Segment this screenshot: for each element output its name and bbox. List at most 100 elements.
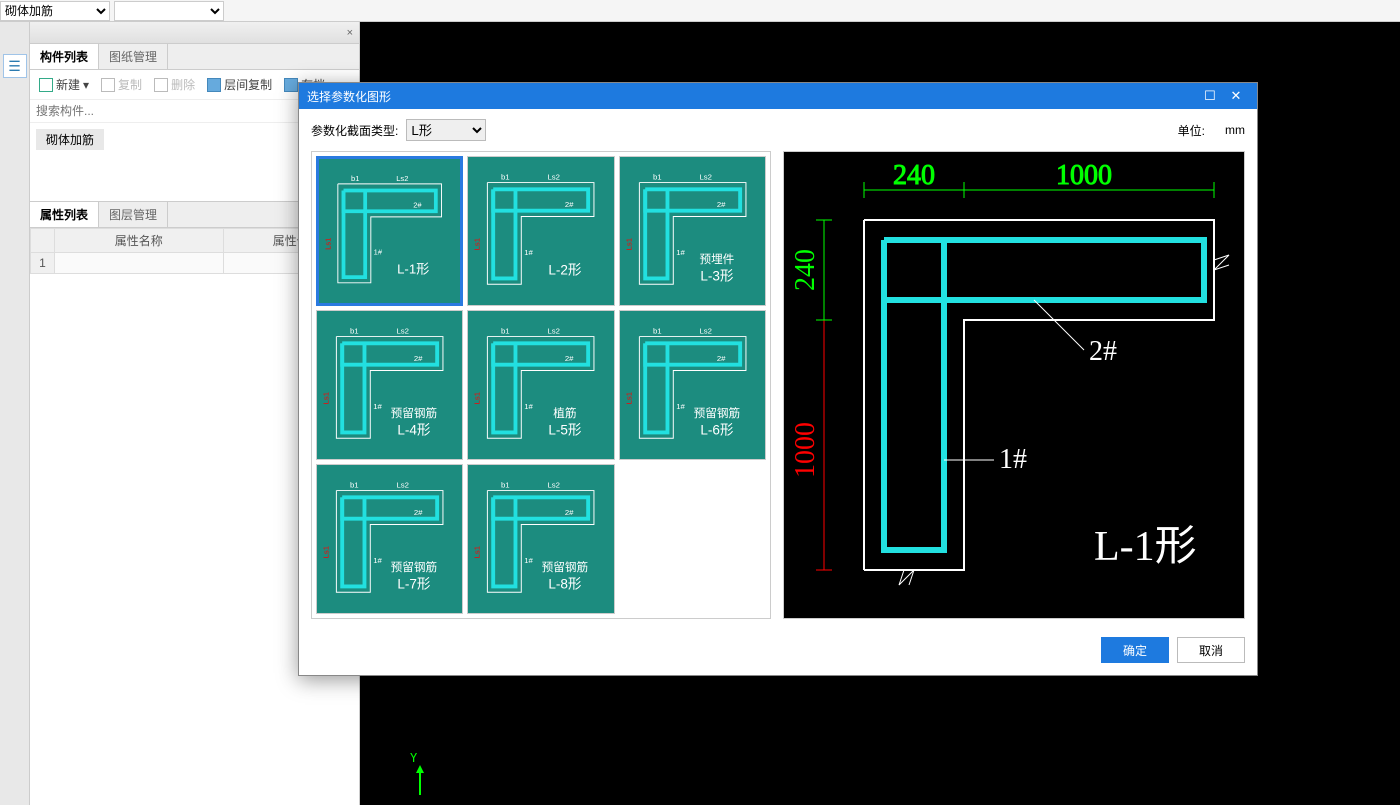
svg-text:1#: 1# [373, 556, 382, 565]
svg-text:b1: b1 [351, 174, 359, 183]
axis-marker: Y [410, 751, 430, 795]
section-type-label: 参数化截面类型: [311, 122, 398, 139]
svg-text:Ls2: Ls2 [548, 173, 561, 182]
svg-text:2#: 2# [414, 508, 423, 517]
strip-panel-icon[interactable]: ☰ [3, 54, 27, 78]
shape-preview: 240 1000 240 1000 [783, 151, 1245, 619]
svg-text:预留钢筋: 预留钢筋 [542, 560, 588, 574]
shape-option-L3[interactable]: b1 Ls2 2# 1# Ls1 预埋件 L-3形 [619, 156, 766, 306]
svg-text:1000: 1000 [790, 422, 821, 478]
row-num: 1 [31, 253, 55, 274]
shape-option-L5[interactable]: b1 Ls2 2# 1# Ls1 植筋 L-5形 [467, 310, 614, 460]
app-topbar: 砌体加筋 [0, 0, 1400, 22]
copy-button[interactable]: 复制 [98, 74, 145, 95]
svg-text:1#: 1# [676, 402, 685, 411]
dialog-footer: 确定 取消 [299, 629, 1257, 675]
svg-text:240: 240 [893, 160, 935, 191]
chevron-down-icon: ▾ [83, 78, 89, 92]
tab-drawing-manage[interactable]: 图纸管理 [99, 44, 168, 69]
delete-icon [154, 78, 168, 92]
svg-text:Ls2: Ls2 [548, 327, 561, 336]
shape-option-L1[interactable]: b1 Ls2 2# 1# Ls1 L-1形 [316, 156, 463, 306]
svg-text:Ls2: Ls2 [699, 327, 712, 336]
svg-text:b1: b1 [350, 481, 359, 490]
layer-copy-label: 层间复制 [224, 76, 272, 93]
dialog-top-row: 参数化截面类型: L形 单位: mm [299, 109, 1257, 147]
new-button[interactable]: 新建 ▾ [36, 74, 92, 95]
svg-text:L-8形: L-8形 [549, 576, 583, 591]
svg-text:1#: 1# [999, 444, 1027, 475]
svg-text:预留钢筋: 预留钢筋 [693, 406, 739, 420]
panel-close-icon[interactable]: × [347, 27, 353, 39]
unit-label: 单位: [1178, 122, 1205, 139]
svg-text:L-2形: L-2形 [549, 263, 583, 278]
unit-value: mm [1225, 123, 1245, 137]
topbar-combo-1[interactable]: 砌体加筋 [0, 1, 110, 21]
new-icon [39, 78, 53, 92]
dialog-titlebar[interactable]: 选择参数化图形 ☐ ✕ [299, 83, 1257, 109]
svg-text:b1: b1 [501, 481, 510, 490]
copy-icon [101, 78, 115, 92]
shape-option-L8[interactable]: b1 Ls2 2# 1# Ls1 预留钢筋 L-8形 [467, 464, 614, 614]
section-type-select[interactable]: L形 [406, 119, 486, 141]
svg-text:2#: 2# [717, 354, 726, 363]
svg-text:1#: 1# [525, 248, 534, 257]
svg-text:Ls1: Ls1 [473, 392, 482, 405]
svg-text:Ls1: Ls1 [624, 238, 633, 251]
dialog-body: b1 Ls2 2# 1# Ls1 L-1形 b1 Ls2 2# 1# [299, 147, 1257, 629]
svg-text:1#: 1# [676, 248, 685, 257]
shape-grid: b1 Ls2 2# 1# Ls1 L-1形 b1 Ls2 2# 1# [311, 151, 771, 619]
component-tabs: 构件列表 图纸管理 [30, 44, 359, 70]
shape-option-L6[interactable]: b1 Ls2 2# 1# Ls1 预留钢筋 L-6形 [619, 310, 766, 460]
delete-label: 删除 [171, 76, 195, 93]
svg-text:1000: 1000 [1056, 160, 1112, 191]
svg-text:Ls1: Ls1 [473, 546, 482, 559]
svg-text:Ls2: Ls2 [396, 174, 408, 183]
svg-text:2#: 2# [565, 508, 574, 517]
svg-text:2#: 2# [565, 354, 574, 363]
layer-copy-icon [207, 78, 221, 92]
header-rownum [31, 229, 55, 253]
svg-text:Ls2: Ls2 [396, 481, 409, 490]
svg-text:b1: b1 [501, 173, 510, 182]
shape-option-L2[interactable]: b1 Ls2 2# 1# Ls1 L-2形 [467, 156, 614, 306]
svg-text:Ls2: Ls2 [548, 481, 561, 490]
svg-text:1#: 1# [373, 402, 382, 411]
topbar-combo-2[interactable] [114, 1, 224, 21]
svg-text:Ls1: Ls1 [322, 392, 331, 405]
svg-text:L-5形: L-5形 [549, 422, 583, 437]
tree-item-masonry[interactable]: 砌体加筋 [36, 129, 104, 150]
panel-header: × [30, 22, 359, 44]
svg-text:b1: b1 [653, 173, 662, 182]
svg-text:预埋件: 预埋件 [699, 252, 734, 266]
cancel-button[interactable]: 取消 [1177, 637, 1245, 663]
dialog-title: 选择参数化图形 [307, 88, 1197, 105]
svg-text:1#: 1# [525, 402, 534, 411]
svg-text:预留钢筋: 预留钢筋 [391, 406, 437, 420]
parametric-shape-dialog: 选择参数化图形 ☐ ✕ 参数化截面类型: L形 单位: mm b1 Ls2 2# [298, 82, 1258, 676]
tab-property-list[interactable]: 属性列表 [30, 202, 99, 227]
axis-y-label: Y [410, 751, 417, 765]
delete-button[interactable]: 删除 [151, 74, 198, 95]
svg-text:L-1形: L-1形 [397, 261, 429, 276]
svg-text:2#: 2# [1089, 336, 1117, 367]
shape-option-L4[interactable]: b1 Ls2 2# 1# Ls1 预留钢筋 L-4形 [316, 310, 463, 460]
layer-copy-button[interactable]: 层间复制 [204, 74, 275, 95]
svg-text:240: 240 [790, 249, 821, 291]
svg-text:Ls2: Ls2 [396, 327, 409, 336]
svg-text:Ls1: Ls1 [322, 546, 331, 559]
svg-text:2#: 2# [565, 200, 574, 209]
svg-text:1#: 1# [525, 556, 534, 565]
ok-button[interactable]: 确定 [1101, 637, 1169, 663]
tab-layer-manage[interactable]: 图层管理 [99, 202, 168, 227]
archive-icon [284, 78, 298, 92]
svg-text:Ls1: Ls1 [624, 392, 633, 405]
window-maximize-icon[interactable]: ☐ [1197, 88, 1223, 104]
window-close-icon[interactable]: ✕ [1223, 88, 1249, 104]
svg-text:L-7形: L-7形 [397, 576, 431, 591]
tab-component-list[interactable]: 构件列表 [30, 44, 99, 69]
svg-text:b1: b1 [653, 327, 662, 336]
shape-option-L7[interactable]: b1 Ls2 2# 1# Ls1 预留钢筋 L-7形 [316, 464, 463, 614]
row-name[interactable] [55, 253, 224, 274]
svg-text:植筋: 植筋 [554, 406, 577, 420]
